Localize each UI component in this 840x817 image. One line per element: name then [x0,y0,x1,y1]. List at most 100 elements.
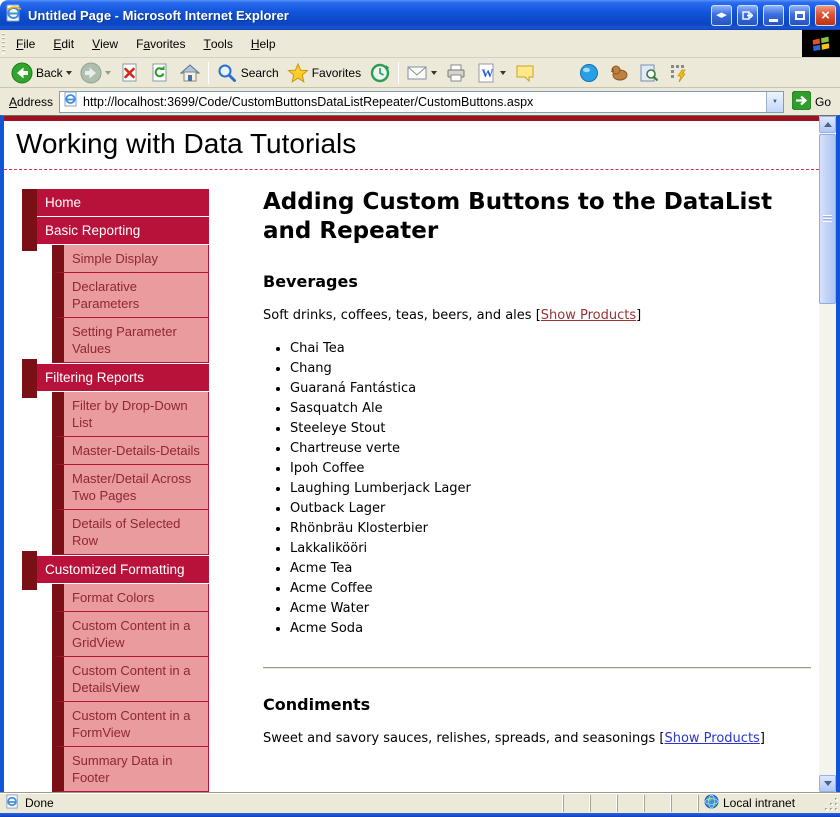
product-item: Laughing Lumberjack Lager [290,479,811,499]
status-bar: Done Local intranet [0,792,840,813]
status-panel [590,795,617,812]
window-bottom-border [0,813,840,817]
nav-item[interactable]: Setting Parameter Values [52,318,209,363]
product-item: Rhönbräu Klosterbier [290,519,811,539]
scrollbar-track[interactable] [819,305,836,775]
scrollbar-thumb[interactable] [819,134,836,304]
product-item: Guaraná Fantástica [290,379,811,399]
show-products-link[interactable]: Show Products [664,731,759,746]
nav-item[interactable]: Home [37,189,209,216]
nav-item[interactable]: Customized Formatting [37,556,209,583]
research-dog-button[interactable] [604,60,634,86]
menu-file[interactable]: File [7,30,44,57]
nav-item[interactable]: Custom Content in a DetailsView [52,657,209,702]
resize-grip[interactable] [824,793,840,814]
page-ie-icon [5,794,20,812]
favorites-star-icon [287,62,309,84]
category-heading: Condiments [263,695,811,714]
show-products-link[interactable]: Show Products [541,308,636,323]
minimize-button[interactable] [763,5,784,26]
menu-edit[interactable]: Edit [44,30,83,57]
product-item: Chang [290,359,811,379]
toolbar-separator [398,62,399,84]
favorites-button[interactable]: Favorites [283,60,365,86]
msn-button[interactable] [574,60,604,86]
browser-window: Untitled Page - Microsoft Internet Explo… [0,0,840,817]
research-pane-button[interactable] [634,60,664,86]
nav-item[interactable]: Declarative Parameters [52,273,209,318]
globe-icon [704,794,719,812]
nav-item[interactable]: Basic Reporting [37,217,209,244]
nav-item[interactable]: Filtering Reports [37,364,209,391]
scroll-up-button[interactable] [819,116,836,133]
nav-item[interactable]: Custom Content in a GridView [52,612,209,657]
nav-item[interactable]: Master-Details-Details [52,437,209,465]
article-title: Adding Custom Buttons to the DataList an… [263,188,803,246]
popout-button[interactable] [737,5,758,26]
refresh-button[interactable] [145,60,175,86]
product-item: Acme Coffee [290,579,811,599]
forward-button[interactable] [76,60,115,86]
product-item: Steeleye Stout [290,419,811,439]
product-item: Acme Water [290,599,811,619]
nav-item[interactable]: Format Colors [52,584,209,612]
messenger-grid-button[interactable] [664,60,694,86]
standard-buttons-toolbar: Back Search Favorites W [0,58,840,88]
history-button[interactable] [365,60,395,86]
nav-item[interactable]: Simple Display [52,245,209,273]
address-field[interactable]: http://localhost:3699/Code/CustomButtons… [59,91,784,113]
address-bar: Address http://localhost:3699/Code/Custo… [0,88,840,115]
back-icon [11,62,33,84]
print-button[interactable] [441,60,471,86]
sections: BeveragesSoft drinks, coffees, teas, bee… [263,272,811,746]
nav-item[interactable]: Master/Detail Across Two Pages [52,465,209,510]
back-button[interactable]: Back [7,60,76,86]
window-title: Untitled Page - Microsoft Internet Explo… [28,8,706,23]
menu-tools[interactable]: Tools [194,30,241,57]
close-button[interactable]: × [815,5,836,26]
vertical-scrollbar[interactable] [819,116,836,792]
screen-resize-button[interactable]: ◀▶ [711,5,732,26]
product-item: Acme Soda [290,619,811,639]
nav-item[interactable]: Custom Content in a FormView [52,702,209,747]
svg-text:W: W [482,66,494,80]
discuss-button[interactable] [510,60,540,86]
content-viewport: Working with Data Tutorials HomeBasic Re… [0,115,840,792]
sidebar-nav: HomeBasic ReportingSimple DisplayDeclara… [37,188,209,792]
nav-item[interactable]: Details of Selected Row [52,510,209,555]
web-page: Working with Data Tutorials HomeBasic Re… [4,116,819,792]
mail-button[interactable] [402,60,441,86]
back-dropdown-icon[interactable] [66,71,72,78]
status-panel [563,795,590,812]
menu-bar: FileEditViewFavoritesToolsHelp [0,30,840,58]
title-bar: Untitled Page - Microsoft Internet Explo… [0,0,840,30]
status-text: Done [25,796,54,810]
windows-logo-throbber [802,30,840,57]
url-text[interactable]: http://localhost:3699/Code/CustomButtons… [79,95,766,109]
site-title: Working with Data Tutorials [4,121,819,169]
back-label: Back [36,66,63,80]
product-item: Outback Lager [290,499,811,519]
product-item: Ipoh Coffee [290,459,811,479]
menu-favorites[interactable]: Favorites [127,30,194,57]
maximize-button[interactable] [789,5,810,26]
mail-dropdown-icon[interactable] [431,71,437,78]
scroll-down-button[interactable] [819,775,836,792]
edit-dropdown-icon[interactable] [500,71,506,78]
home-button[interactable] [175,60,205,86]
edit-with-word-button[interactable]: W [471,60,510,86]
stop-button[interactable] [115,60,145,86]
nav-item[interactable]: Summary Data in Footer [52,747,209,792]
nav-item[interactable]: Filter by Drop-Down List [52,392,209,437]
word-document-icon: W [475,62,497,84]
go-button[interactable]: Go [784,91,837,113]
menu-view[interactable]: View [83,30,127,57]
toolbar-grip[interactable] [2,33,5,54]
address-dropdown-button[interactable]: ▼ [766,92,783,112]
search-button[interactable]: Search [212,60,283,86]
product-item: Lakkalikööri [290,539,811,559]
section-divider [263,667,811,669]
forward-dropdown-icon[interactable] [105,71,111,78]
status-panel [644,795,671,812]
menu-help[interactable]: Help [242,30,285,57]
